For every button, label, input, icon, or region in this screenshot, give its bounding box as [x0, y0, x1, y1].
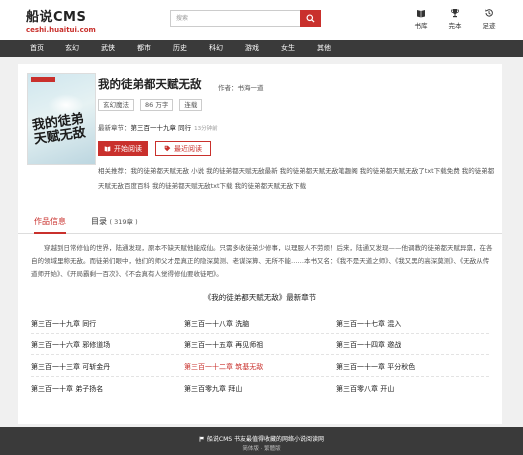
search-input[interactable]: 搜索 [170, 10, 300, 27]
book-cover[interactable]: 我的徒弟 天赋无敌 [27, 73, 96, 165]
chapter-link[interactable]: 第三百一十八章 洗脑 [184, 319, 249, 329]
tab-catalog-count: ( 319章 ) [109, 218, 138, 226]
book-tags: 玄幻魔法 86 万字 连载 [98, 99, 203, 111]
book-detail-panel: 我的徒弟 天赋无敌 我的徒弟都天赋无敌 作者：书海一道 玄幻魔法 86 万字 连载… [18, 64, 502, 424]
nav-item-home[interactable]: 首页 [30, 40, 44, 57]
search-bar: 搜索 [170, 10, 321, 27]
header-link-label: 足迹 [482, 22, 496, 30]
chapter-link[interactable]: 第三百零九章 拜山 [184, 384, 242, 394]
footer-language-links[interactable]: 简体版 · 繁體版 [0, 444, 523, 452]
latest-chapters-heading: 《我的徒弟都天赋无敌》最新章节 [203, 293, 317, 302]
search-button[interactable] [300, 10, 321, 27]
search-icon [306, 14, 315, 23]
chapter-link[interactable]: 第三百一十五章 再见师祖 [184, 340, 263, 350]
chapter-link[interactable]: 第三百一十四章 邀战 [336, 340, 401, 350]
site-name: 船说CMS [26, 10, 87, 25]
nav-item-other[interactable]: 其他 [317, 40, 331, 57]
site-logo[interactable]: 船说CMS ceshi.huaitui.com [26, 6, 96, 34]
chapter-link[interactable]: 第三百一十一章 平分秋色 [336, 362, 415, 372]
book-open-icon [104, 146, 111, 152]
nav-item-female[interactable]: 女生 [281, 40, 295, 57]
recent-reading-button[interactable]: 最近阅读 [155, 141, 211, 156]
chapter-link-highlighted[interactable]: 第三百一十二章 筑基无敌 [184, 362, 263, 372]
recent-reading-label: 最近阅读 [174, 144, 202, 153]
divider [31, 333, 489, 334]
tab-bar: 作品信息 目录 ( 319章 ) [18, 212, 502, 234]
nav-item-history[interactable]: 历史 [173, 40, 187, 57]
main-nav: 首页 玄幻 武侠 都市 历史 科幻 游戏 女生 其他 [0, 40, 523, 57]
header-link-library[interactable]: 书库 [411, 8, 431, 30]
chapter-link[interactable]: 第三百一十六章 邪修道场 [31, 340, 110, 350]
tag-status: 连载 [179, 99, 203, 111]
nav-item-urban[interactable]: 都市 [137, 40, 151, 57]
history-icon [485, 9, 493, 17]
header-link-label: 书库 [414, 22, 428, 30]
nav-item-game[interactable]: 游戏 [245, 40, 259, 57]
chapter-link[interactable]: 第三百一十三章 可斩金丹 [31, 362, 110, 372]
chapter-link[interactable]: 第三百一十章 弟子扬名 [31, 384, 103, 394]
site-footer: 船说CMS 书友最值得收藏的网络小说阅读网 简体版 · 繁體版 [0, 427, 523, 455]
header-links: 书库 完本 足迹 [411, 8, 499, 30]
latest-time: 13分钟前 [194, 126, 218, 132]
tag-word-count: 86 万字 [140, 99, 174, 111]
book-icon [417, 10, 425, 18]
cover-title-art: 我的徒弟 天赋无敌 [31, 111, 87, 148]
book-author[interactable]: 作者：书海一道 [218, 82, 264, 92]
divider [31, 354, 489, 355]
nav-item-scifi[interactable]: 科幻 [209, 40, 223, 57]
header-link-label: 完本 [448, 22, 462, 30]
chapter-link[interactable]: 第三百零八章 开山 [336, 384, 394, 394]
tag-icon [164, 145, 171, 152]
header-link-history[interactable]: 足迹 [479, 8, 499, 30]
tag-category[interactable]: 玄幻魔法 [98, 99, 134, 111]
divider [31, 376, 489, 377]
footer-slogan-text: 船说CMS 书友最值得收藏的网络小说阅读网 [206, 436, 324, 443]
tab-book-info[interactable]: 作品信息 [34, 212, 66, 234]
nav-item-fantasy[interactable]: 玄幻 [65, 40, 79, 57]
book-description: 穿越到日常修仙的世界，陆通发现，原本不缺天赋他能成仙。只需多收徒弟少修事，以理服… [31, 244, 493, 278]
latest-chapter-link[interactable]: 第三百一十九章 同行 [131, 124, 192, 132]
site-url: ceshi.huaitui.com [26, 26, 96, 34]
footer-slogan: 船说CMS 书友最值得收藏的网络小说阅读网 [0, 434, 523, 443]
site-header: 船说CMS ceshi.huaitui.com 搜索 书库 完本 足迹 [0, 0, 523, 40]
chapter-link[interactable]: 第三百一十七章 混入 [336, 319, 401, 329]
flag-icon [199, 436, 205, 442]
chapter-link[interactable]: 第三百一十九章 同行 [31, 319, 96, 329]
tab-catalog[interactable]: 目录 ( 319章 ) [91, 212, 138, 234]
nav-item-wuxia[interactable]: 武侠 [101, 40, 115, 57]
latest-label: 最新章节： [98, 124, 131, 132]
book-title: 我的徒弟都天赋无敌 [98, 77, 202, 91]
start-reading-button[interactable]: 开始阅读 [98, 141, 148, 156]
trophy-icon [451, 9, 459, 18]
related-recommendations[interactable]: 相关推荐：我的徒弟都天赋无敌 小说 我的徒弟都天赋无敌最新 我的徒弟都天赋无敌笔… [98, 164, 498, 194]
start-reading-label: 开始阅读 [114, 144, 142, 153]
latest-chapter-row: 最新章节：第三百一十九章 同行 13分钟前 [98, 122, 218, 132]
tab-catalog-label: 目录 [91, 217, 107, 226]
header-link-finished[interactable]: 完本 [445, 8, 465, 30]
cover-badge [31, 77, 55, 82]
